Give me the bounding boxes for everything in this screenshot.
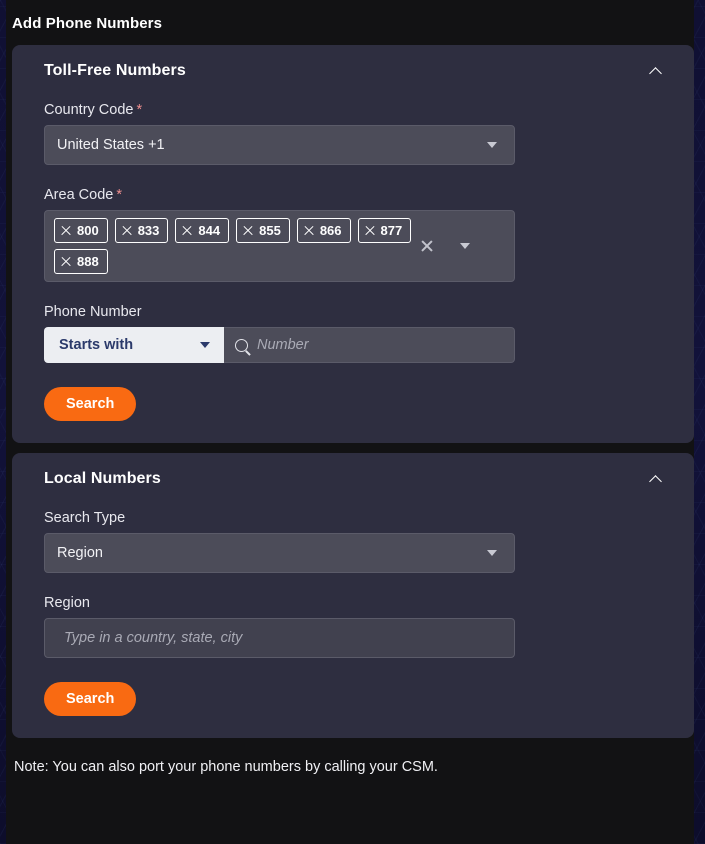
area-code-chip-label: 877 [380, 223, 403, 238]
country-code-field: Country Code * United States +1 [12, 102, 694, 165]
search-type-field: Search Type Region [12, 510, 694, 573]
search-type-select[interactable]: Region [44, 533, 515, 573]
country-code-select[interactable]: United States +1 [44, 125, 515, 165]
search-type-label: Search Type [44, 510, 126, 526]
area-code-field: Area Code * 800 833 844 855 866 877 888 [12, 187, 694, 282]
toll-free-card-header[interactable]: Toll-Free Numbers [12, 45, 694, 80]
toll-free-search-button[interactable]: Search [44, 387, 137, 421]
clear-all-icon[interactable] [420, 239, 434, 253]
area-code-multiselect[interactable]: 800 833 844 855 866 877 888 [44, 210, 515, 282]
close-icon[interactable] [242, 225, 254, 237]
close-icon[interactable] [303, 225, 315, 237]
search-icon [235, 338, 248, 352]
area-code-chip[interactable]: 866 [296, 218, 351, 243]
phone-number-row: Starts with Number [44, 327, 515, 363]
close-icon[interactable] [364, 225, 376, 237]
area-code-chip[interactable]: 888 [54, 249, 108, 274]
area-code-chip[interactable]: 855 [236, 218, 290, 243]
area-code-chip-label: 833 [137, 223, 160, 238]
page-title: Add Phone Numbers [12, 15, 163, 32]
phone-number-placeholder: Number [257, 337, 309, 353]
close-icon[interactable] [60, 225, 72, 237]
search-type-value: Region [57, 545, 103, 561]
chevron-up-icon[interactable] [648, 63, 664, 79]
local-search-button[interactable]: Search [44, 682, 137, 716]
chevron-up-icon[interactable] [648, 471, 664, 487]
caret-down-icon [487, 142, 497, 148]
required-asterisk: * [116, 187, 122, 203]
area-code-label: Area Code * [44, 187, 662, 203]
local-numbers-card: Local Numbers Search Type Region Region … [12, 453, 694, 738]
region-field: Region Type in a country, state, city [12, 595, 694, 658]
phone-number-field: Phone Number Starts with Number [12, 304, 694, 363]
match-mode-select[interactable]: Starts with [44, 327, 224, 363]
area-code-chip-list: 800 833 844 855 866 877 888 [54, 218, 414, 274]
toll-free-card-title: Toll-Free Numbers [44, 62, 186, 79]
port-numbers-note: Note: You can also port your phone numbe… [14, 759, 438, 775]
area-code-chip[interactable]: 800 [54, 218, 108, 243]
local-card-header[interactable]: Local Numbers [12, 453, 694, 488]
area-code-chip-label: 844 [198, 223, 221, 238]
caret-down-icon [487, 550, 497, 556]
close-icon[interactable] [181, 225, 193, 237]
area-code-chip-label: 888 [77, 254, 99, 269]
caret-down-icon[interactable] [460, 243, 470, 249]
area-code-chip[interactable]: 844 [175, 218, 230, 243]
required-asterisk: * [136, 102, 143, 118]
area-code-label-text: Area Code [44, 187, 114, 203]
area-code-chip-label: 866 [319, 223, 342, 238]
area-code-chip[interactable]: 833 [114, 218, 169, 243]
area-code-chip-label: 800 [77, 223, 99, 238]
local-card-title: Local Numbers [44, 470, 161, 487]
country-code-label: Country Code * [44, 102, 662, 118]
phone-number-input[interactable]: Number [224, 327, 515, 363]
region-label: Region [44, 595, 90, 611]
add-phone-numbers-page: Add Phone Numbers Toll-Free Numbers Coun… [6, 0, 694, 844]
country-code-value: United States +1 [57, 137, 165, 153]
country-code-label-text: Country Code [44, 102, 134, 118]
toll-free-numbers-card: Toll-Free Numbers Country Code * United S… [12, 45, 694, 443]
area-code-chip[interactable]: 877 [357, 218, 412, 243]
close-icon[interactable] [60, 256, 72, 268]
match-mode-value: Starts with [59, 337, 134, 353]
caret-down-icon [200, 342, 210, 348]
close-icon[interactable] [121, 225, 133, 237]
area-code-chip-label: 855 [259, 223, 281, 238]
phone-number-label: Phone Number [44, 304, 142, 320]
region-placeholder: Type in a country, state, city [64, 630, 243, 646]
region-input[interactable]: Type in a country, state, city [44, 618, 515, 658]
